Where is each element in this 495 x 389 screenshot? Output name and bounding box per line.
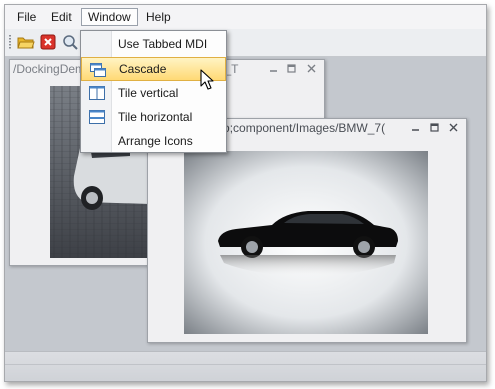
menu-edit[interactable]: Edit	[45, 8, 78, 26]
menu-bar: File Edit Window Help	[5, 5, 486, 29]
menu-file[interactable]: File	[11, 8, 42, 26]
open-folder-icon[interactable]	[17, 33, 35, 51]
maximize-icon[interactable]	[429, 122, 440, 133]
menu-item-arrange-icons[interactable]: Arrange Icons	[81, 129, 226, 153]
maximize-icon[interactable]	[286, 63, 297, 74]
close-icon[interactable]	[448, 122, 459, 133]
menu-item-use-tabbed-mdi[interactable]: Use Tabbed MDI	[81, 32, 226, 56]
menu-item-label: Tile vertical	[118, 86, 179, 100]
menu-item-label: Tile horizontal	[118, 110, 193, 124]
menu-item-label: Cascade	[119, 62, 167, 76]
close-icon[interactable]	[306, 63, 317, 74]
status-divider	[5, 364, 486, 365]
menu-item-tile-horizontal[interactable]: Tile horizontal	[81, 105, 226, 129]
menu-item-label: Use Tabbed MDI	[118, 37, 208, 51]
minimize-icon[interactable]	[268, 63, 279, 74]
close-document-icon[interactable]	[39, 33, 57, 51]
cascade-icon	[90, 63, 106, 77]
bmw-image	[184, 151, 428, 334]
menu-item-label: Arrange Icons	[118, 134, 193, 148]
grip-icon[interactable]	[9, 35, 11, 50]
search-icon[interactable]	[61, 33, 79, 51]
tile-horizontal-icon	[89, 110, 105, 124]
app-window: File Edit Window Help /DockingDemo;compo…	[4, 4, 487, 382]
status-bar	[5, 351, 486, 381]
toolbar	[5, 29, 486, 57]
tile-vertical-icon	[89, 86, 105, 100]
minimize-icon[interactable]	[410, 122, 421, 133]
mdi-area: /DockingDemo;component/Images/Audi_T	[5, 57, 486, 351]
menu-help[interactable]: Help	[140, 8, 177, 26]
menu-window[interactable]: Window	[81, 8, 138, 26]
window-menu-dropdown: Use Tabbed MDI Cascade Tile vertical Til…	[80, 30, 227, 153]
mouse-cursor-icon	[200, 69, 214, 90]
